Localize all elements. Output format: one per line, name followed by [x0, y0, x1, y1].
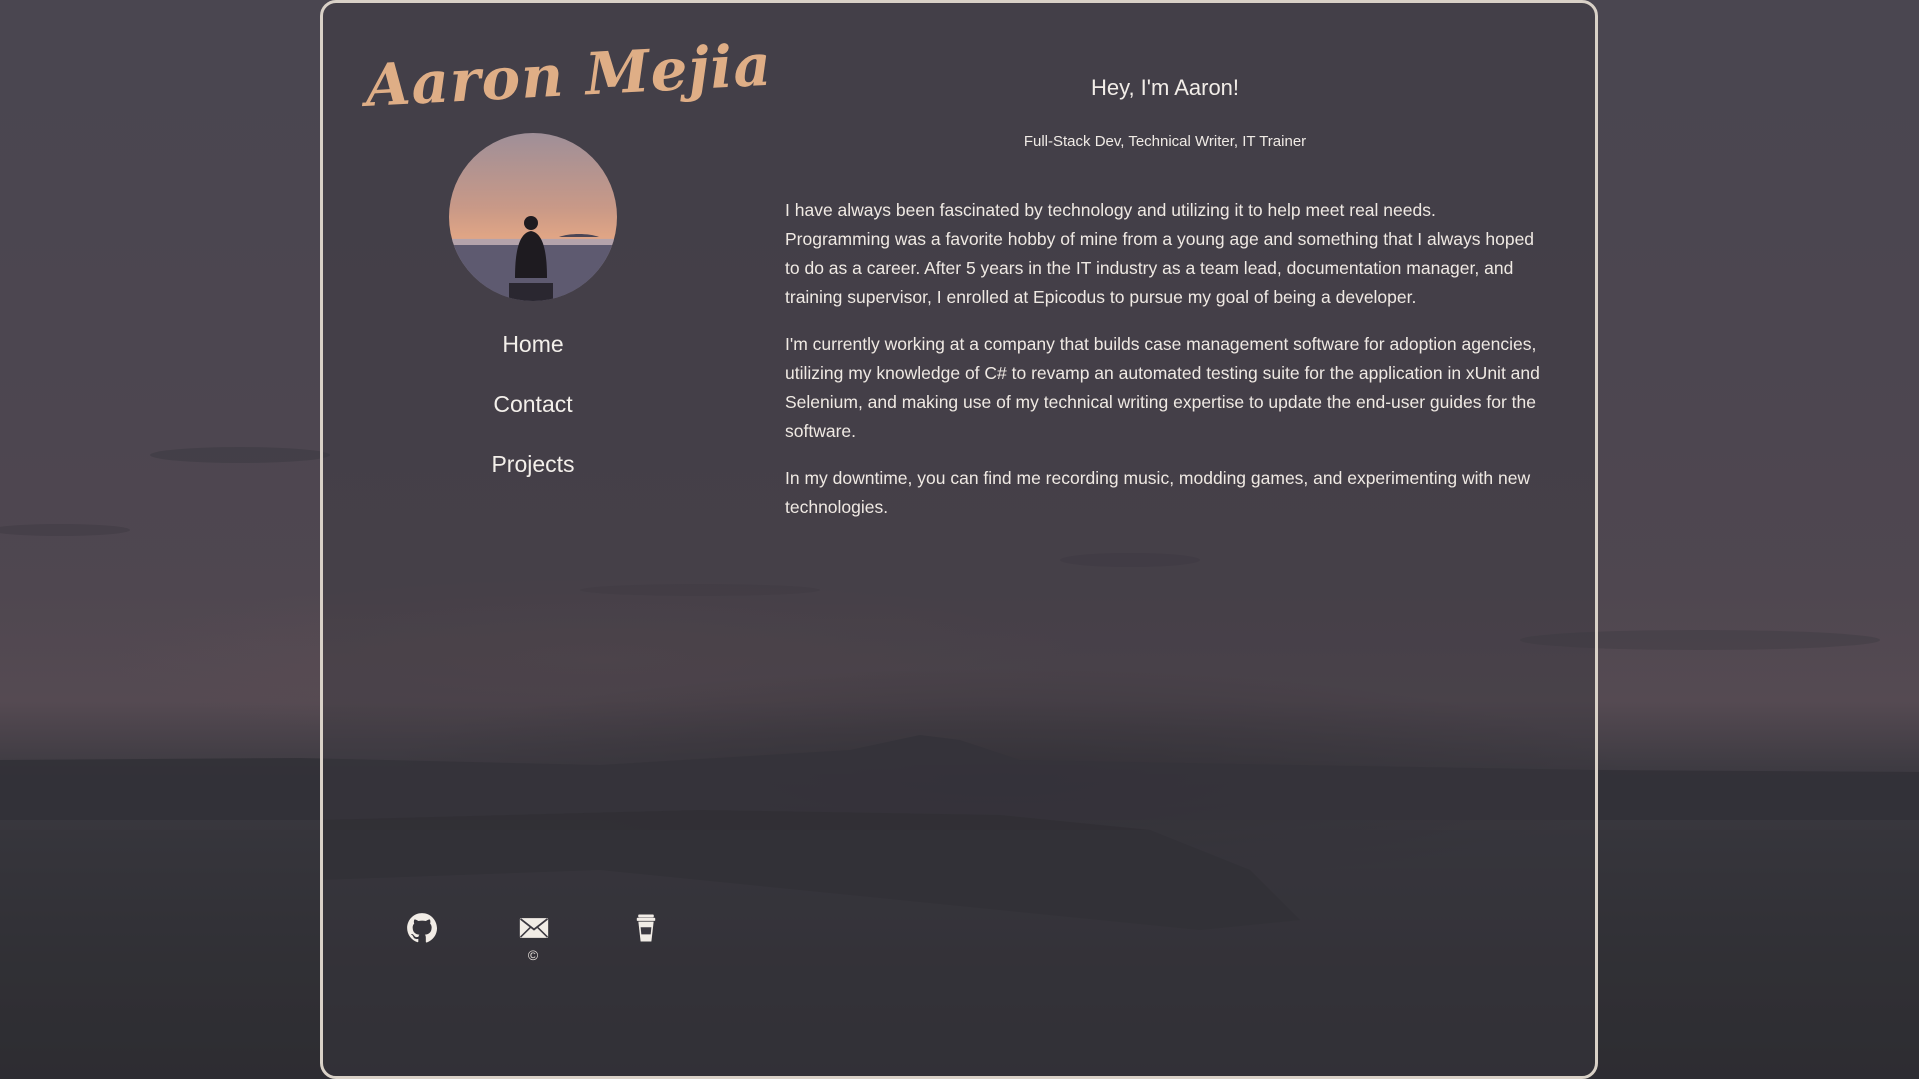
avatar [449, 133, 617, 301]
sidebar: Aaron Mejia Home Contact Projects © [323, 3, 774, 1076]
bio-paragraph: I'm currently working at a company that … [785, 334, 1540, 441]
avatar-photo [449, 133, 617, 301]
page-title: Hey, I'm Aaron! [1090, 75, 1240, 100]
github-icon [407, 913, 438, 943]
main-nav: Home Contact Projects [323, 321, 743, 501]
email-link[interactable] [517, 911, 553, 947]
nav-contact-link[interactable]: Contact [323, 381, 743, 441]
bio-paragraph: I have always been fascinated by technol… [785, 200, 1535, 307]
github-link[interactable] [405, 911, 441, 947]
mail-icon [519, 918, 549, 938]
bio-paragraph: In my downtime, you can find me recordin… [785, 468, 1531, 517]
bio-section: I have always been fascinated by technol… [785, 196, 1545, 540]
profile-card: Aaron Mejia Home Contact Projects © Hey,… [320, 0, 1598, 1079]
coffee-link[interactable] [629, 911, 665, 947]
page-subtitle: Full-Stack Dev, Technical Writer, IT Tra… [1023, 133, 1307, 150]
social-footer: © [323, 903, 743, 983]
nav-projects-link[interactable]: Projects [323, 441, 743, 501]
copyright-text: © [527, 947, 539, 963]
coffee-cup-icon [636, 914, 656, 942]
nav-home-link[interactable]: Home [323, 321, 743, 381]
